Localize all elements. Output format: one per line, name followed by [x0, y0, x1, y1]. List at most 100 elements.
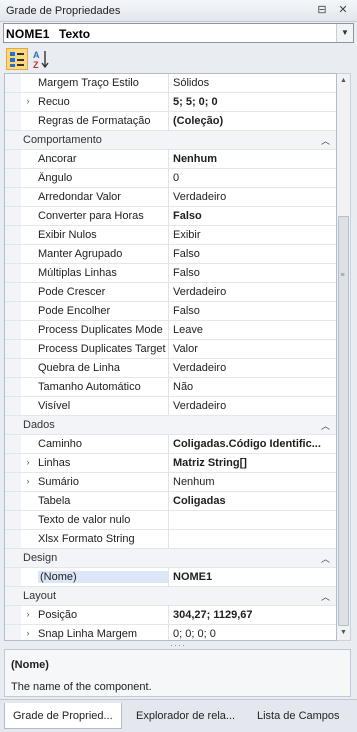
- property-value[interactable]: Falso: [173, 248, 333, 260]
- property-value[interactable]: Verdadeiro: [173, 400, 333, 412]
- property-row[interactable]: Visível Verdadeiro: [5, 397, 336, 416]
- property-row[interactable]: › Posição 304,27; 1129,67: [5, 606, 336, 625]
- property-value[interactable]: 5; 5; 0; 0: [173, 96, 333, 108]
- category-label: Design: [23, 552, 58, 564]
- row-gutter: [5, 378, 21, 396]
- property-row[interactable]: › Snap Linha Margem 0; 0; 0; 0: [5, 625, 336, 640]
- property-value[interactable]: Verdadeiro: [173, 191, 333, 203]
- object-selector[interactable]: NOME1 Texto ▼: [3, 23, 354, 43]
- property-value[interactable]: Verdadeiro: [173, 362, 333, 374]
- property-row[interactable]: Texto de valor nulo: [5, 511, 336, 530]
- column-divider: [168, 454, 169, 472]
- property-row[interactable]: Ângulo 0: [5, 169, 336, 188]
- property-value[interactable]: 0: [173, 172, 333, 184]
- scroll-up-icon[interactable]: ▲: [337, 74, 350, 88]
- categorized-view-button[interactable]: [6, 48, 28, 70]
- category-row[interactable]: Comportamento ︿: [5, 131, 336, 150]
- property-value[interactable]: Nenhum: [173, 153, 333, 165]
- collapse-icon[interactable]: ︿: [321, 419, 330, 432]
- tab-field-list[interactable]: Lista de Campos: [257, 703, 353, 729]
- property-row[interactable]: Xlsx Formato String: [5, 530, 336, 549]
- property-row[interactable]: Process Duplicates Target Valor: [5, 340, 336, 359]
- property-value[interactable]: Coligadas: [173, 495, 333, 507]
- property-name: Arredondar Valor: [38, 191, 121, 203]
- property-value[interactable]: 304,27; 1129,67: [173, 609, 333, 621]
- property-row[interactable]: Caminho Coligadas.Código Identific...: [5, 435, 336, 454]
- property-row[interactable]: (Nome) NOME1: [5, 568, 336, 587]
- property-row[interactable]: Arredondar Valor Verdadeiro: [5, 188, 336, 207]
- property-row[interactable]: Exibir Nulos Exibir: [5, 226, 336, 245]
- description-panel: (Nome) The name of the component.: [4, 649, 351, 697]
- category-row[interactable]: Layout ︿: [5, 587, 336, 606]
- property-value[interactable]: NOME1: [173, 571, 333, 583]
- property-row[interactable]: Converter para Horas Falso: [5, 207, 336, 226]
- property-value[interactable]: Falso: [173, 267, 333, 279]
- expand-icon[interactable]: ›: [23, 476, 33, 486]
- collapse-icon[interactable]: ︿: [321, 134, 330, 147]
- row-gutter: [5, 112, 21, 130]
- property-toolbar: A Z: [0, 45, 357, 73]
- property-row[interactable]: Regras de Formatação (Coleção): [5, 112, 336, 131]
- row-gutter: [5, 340, 21, 358]
- property-row[interactable]: Pode Crescer Verdadeiro: [5, 283, 336, 302]
- property-name: Recuo: [38, 96, 70, 108]
- property-row[interactable]: › Sumário Nenhum: [5, 473, 336, 492]
- tab-report-explorer[interactable]: Explorador de rela...: [136, 703, 248, 729]
- property-row[interactable]: Tabela Coligadas: [5, 492, 336, 511]
- property-value[interactable]: Exibir: [173, 229, 333, 241]
- property-value[interactable]: Nenhum: [173, 476, 333, 488]
- column-divider: [168, 169, 169, 187]
- description-splitter[interactable]: ····: [0, 640, 357, 650]
- column-divider: [168, 321, 169, 339]
- property-row[interactable]: Process Duplicates Mode Leave: [5, 321, 336, 340]
- property-value[interactable]: Valor: [173, 343, 333, 355]
- property-name: Linhas: [38, 457, 71, 469]
- scroll-down-icon[interactable]: ▼: [337, 626, 350, 640]
- expand-icon[interactable]: ›: [23, 457, 33, 467]
- property-value[interactable]: 0; 0; 0; 0: [173, 628, 333, 640]
- row-gutter: [5, 568, 21, 586]
- collapse-icon[interactable]: ︿: [321, 552, 330, 565]
- column-divider: [168, 378, 169, 396]
- property-value[interactable]: Não: [173, 381, 333, 393]
- expand-icon[interactable]: ›: [23, 628, 33, 638]
- pin-icon[interactable]: ⊟: [315, 3, 329, 17]
- property-row[interactable]: Tamanho Automático Não: [5, 378, 336, 397]
- collapse-icon[interactable]: ︿: [321, 590, 330, 603]
- category-label: Layout: [23, 590, 57, 602]
- property-row[interactable]: Múltiplas Linhas Falso: [5, 264, 336, 283]
- property-row[interactable]: › Recuo 5; 5; 0; 0: [5, 93, 336, 112]
- category-label: Comportamento: [23, 134, 102, 146]
- category-row[interactable]: Design ︿: [5, 549, 336, 568]
- property-value[interactable]: Sólidos: [173, 77, 333, 89]
- property-value[interactable]: Verdadeiro: [173, 286, 333, 298]
- column-divider: [168, 435, 169, 453]
- property-value[interactable]: Falso: [173, 305, 333, 317]
- property-name: Pode Crescer: [38, 286, 106, 298]
- description-title: (Nome): [11, 659, 49, 671]
- property-row[interactable]: Ancorar Nenhum: [5, 150, 336, 169]
- property-name: Regras de Formatação: [38, 115, 151, 127]
- expand-icon[interactable]: ›: [23, 96, 33, 106]
- alphabetical-view-button[interactable]: A Z: [30, 48, 52, 70]
- property-row[interactable]: Margem Traço Estilo Sólidos: [5, 74, 336, 93]
- row-gutter: [5, 321, 21, 339]
- category-row[interactable]: Dados ︿: [5, 416, 336, 435]
- property-row[interactable]: Manter Agrupado Falso: [5, 245, 336, 264]
- vertical-scrollbar[interactable]: ▲ ≡ ▼: [337, 73, 351, 641]
- property-value[interactable]: (Coleção): [173, 115, 333, 127]
- expand-icon[interactable]: ›: [23, 609, 33, 619]
- property-value[interactable]: Leave: [173, 324, 333, 336]
- chevron-down-icon[interactable]: ▼: [336, 24, 353, 42]
- property-value[interactable]: Coligadas.Código Identific...: [173, 438, 333, 450]
- panel-title: Grade de Propriedades: [6, 5, 121, 17]
- property-name: Tamanho Automático: [38, 381, 141, 393]
- property-row[interactable]: › Linhas Matriz String[]: [5, 454, 336, 473]
- property-row[interactable]: Pode Encolher Falso: [5, 302, 336, 321]
- tab-property-grid[interactable]: Grade de Propried...: [4, 703, 122, 729]
- property-value[interactable]: Falso: [173, 210, 333, 222]
- property-row[interactable]: Quebra de Linha Verdadeiro: [5, 359, 336, 378]
- property-value[interactable]: Matriz String[]: [173, 457, 333, 469]
- close-icon[interactable]: ✕: [336, 3, 350, 17]
- property-grid[interactable]: Margem Traço Estilo Sólidos › Recuo 5; 5; 0;…: [4, 73, 337, 641]
